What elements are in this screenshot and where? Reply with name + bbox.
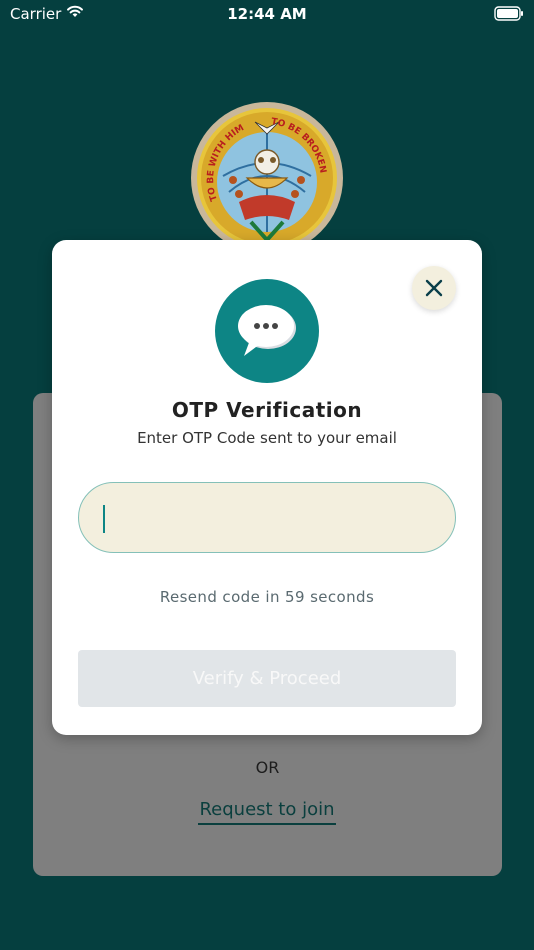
verify-proceed-button[interactable]: Verify & Proceed [78, 650, 456, 707]
request-to-join-link[interactable]: Request to join [198, 799, 336, 825]
modal-subtitle: Enter OTP Code sent to your email [137, 429, 397, 447]
chat-bubble-icon [238, 305, 296, 356]
or-divider-label: OR [255, 758, 280, 777]
modal-title: OTP Verification [171, 398, 363, 422]
clock: 12:44 AM [227, 5, 307, 23]
otp-input[interactable] [78, 482, 456, 553]
status-bar: Carrier 12:44 AM [0, 0, 534, 30]
text-cursor [103, 505, 105, 533]
close-button[interactable] [412, 266, 456, 310]
otp-illustration [215, 279, 319, 383]
resend-countdown: Resend code in 59 seconds [159, 588, 375, 606]
emblem-logo: TO BE WITH HIM TO BE BROKEN [191, 102, 343, 254]
battery-icon [494, 6, 523, 21]
otp-verification-modal: OTP Verification Enter OTP Code sent to … [52, 240, 482, 735]
close-icon [425, 279, 443, 297]
